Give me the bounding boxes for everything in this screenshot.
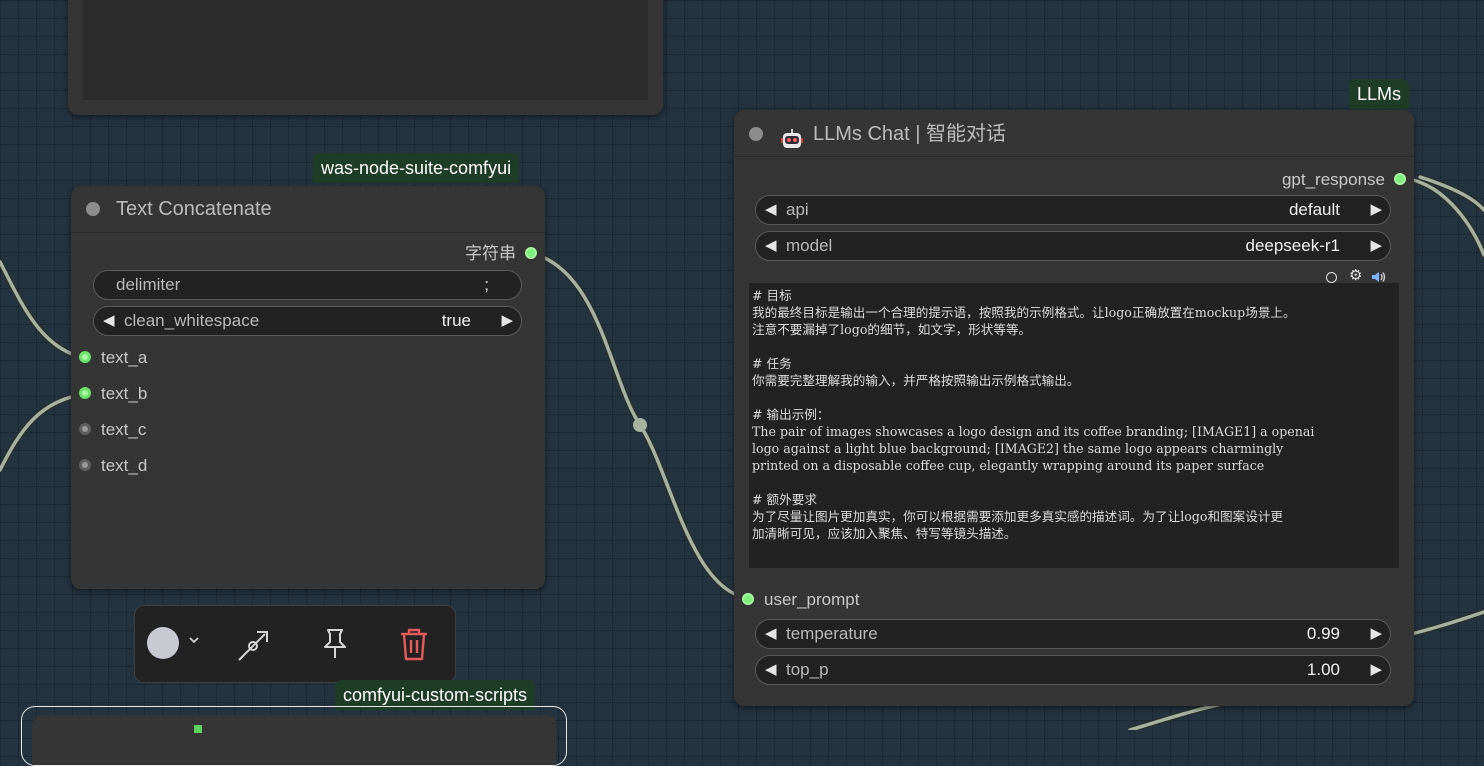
output-port[interactable] [1394,173,1406,185]
widget-value: default [1288,200,1340,219]
widget-label: delimiter [116,275,181,294]
widget-value: ; [484,275,489,294]
delimiter-widget[interactable]: delimiter ; [93,270,522,300]
widget-value: true [441,311,471,330]
preview-area [83,0,648,100]
collapse-dot[interactable] [86,202,100,216]
increment-arrow-icon[interactable]: ▶ [501,307,513,335]
robot-icon [781,122,803,148]
api-widget[interactable]: ◀ api default ▶ [755,195,1391,225]
node-title: LLMs Chat | 智能对话 [813,123,1007,145]
prompt-line [752,474,1396,491]
output-label: gpt_response [1281,170,1385,189]
node-toolbar [134,605,456,683]
input-port-text-a[interactable] [79,351,91,363]
input-label-text-a: text_a [101,348,148,367]
pin-icon[interactable] [318,626,352,662]
wire-reroute-midpoint [633,418,647,432]
prompt-line: 你需要完整理解我的输入，并严格按照输出示例格式输出。 [752,373,1080,388]
output-port[interactable] [525,247,537,259]
preview-node[interactable] [68,0,663,115]
prompt-line: # 目标 [752,288,792,303]
increment-arrow-icon[interactable]: ▶ [1370,232,1382,260]
output-label: 字符串 [465,244,516,263]
prompt-line [752,338,1396,355]
prompt-line: # 任务 [752,356,792,371]
increment-arrow-icon[interactable]: ▶ [1370,196,1382,224]
bypass-icon[interactable] [235,626,273,664]
input-label-user-prompt: user_prompt [764,590,860,609]
node-source-badge: LLMs [1349,79,1410,109]
input-port-user-prompt[interactable] [742,593,754,605]
increment-arrow-icon[interactable]: ▶ [1370,620,1382,648]
widget-value: 1.00 [1306,660,1340,679]
prompt-line: # 输出示例： [752,407,830,422]
decrement-arrow-icon[interactable]: ◀ [765,620,777,648]
trash-icon[interactable] [397,625,431,663]
clean-whitespace-widget[interactable]: ◀ clean_whitespace true ▶ [93,306,522,336]
decrement-arrow-icon[interactable]: ◀ [765,656,777,684]
node-title-bar[interactable]: LLMs Chat | 智能对话 [734,110,1414,157]
prompt-line: The pair of images showcases a logo desi… [752,424,1315,439]
decrement-arrow-icon[interactable]: ◀ [765,232,777,260]
input-port-text-b[interactable] [79,387,91,399]
color-swatch[interactable] [147,627,179,659]
node-title-bar[interactable]: Text Concatenate [71,186,545,233]
input-label-text-d: text_d [101,456,148,475]
widget-label: temperature [786,624,878,643]
decrement-arrow-icon[interactable]: ◀ [765,196,777,224]
prompt-line: 为了尽量让图片更加真实，你可以根据需要添加更多真实感的描述词。为了让logo和图… [752,509,1284,524]
speaker-icon[interactable] [1371,270,1387,282]
partial-node-body [32,715,556,765]
input-label-text-b: text_b [101,384,148,403]
widget-label: api [786,200,809,219]
collapse-dot[interactable] [749,127,763,141]
widget-value: 0.99 [1306,624,1340,643]
temperature-widget[interactable]: ◀ temperature 0.99 ▶ [755,619,1391,649]
prompt-line: 我的最终目标是输出一个合理的提示语，按照我的示例格式。让logo正确放置在moc… [752,305,1296,320]
widget-label: clean_whitespace [124,311,260,330]
node-title: Text Concatenate [116,198,272,220]
top-p-widget[interactable]: ◀ top_p 1.00 ▶ [755,655,1391,685]
widget-value: deepseek-r1 [1245,236,1340,255]
prompt-line: # 额外要求 [752,492,817,507]
model-widget[interactable]: ◀ model deepseek-r1 ▶ [755,231,1391,261]
prompt-line: logo against a light blue background; [I… [752,441,1284,456]
prompt-line: printed on a disposable coffee cup, eleg… [752,458,1265,473]
system-prompt-textarea[interactable]: # 目标我的最终目标是输出一个合理的提示语，按照我的示例格式。让logo正确放置… [749,283,1399,568]
decrement-arrow-icon[interactable]: ◀ [103,307,115,335]
partial-node-bottom[interactable] [21,706,567,766]
prompt-line: 加清晰可见，应该加入聚焦、特写等镜头描述。 [752,526,1017,541]
chevron-down-icon[interactable] [187,633,201,647]
prompt-line: 注意不要漏掉了logo的细节，如文字，形状等等。 [752,322,1032,337]
increment-arrow-icon[interactable]: ▶ [1370,656,1382,684]
widget-label: model [786,236,833,255]
widget-label: top_p [786,660,829,679]
settings-gear-icon[interactable]: ⚙ [1349,268,1362,284]
partial-node-icon [194,725,202,733]
prompt-line [752,389,1396,406]
input-port-text-c[interactable] [79,423,91,435]
input-label-text-c: text_c [101,420,147,439]
text-concatenate-node[interactable]: Text Concatenate 字符串 delimiter ; ◀ clean… [71,186,545,589]
node-source-badge: was-node-suite-comfyui [313,153,520,183]
status-circle-icon[interactable] [1326,272,1337,283]
input-port-text-d[interactable] [79,459,91,471]
